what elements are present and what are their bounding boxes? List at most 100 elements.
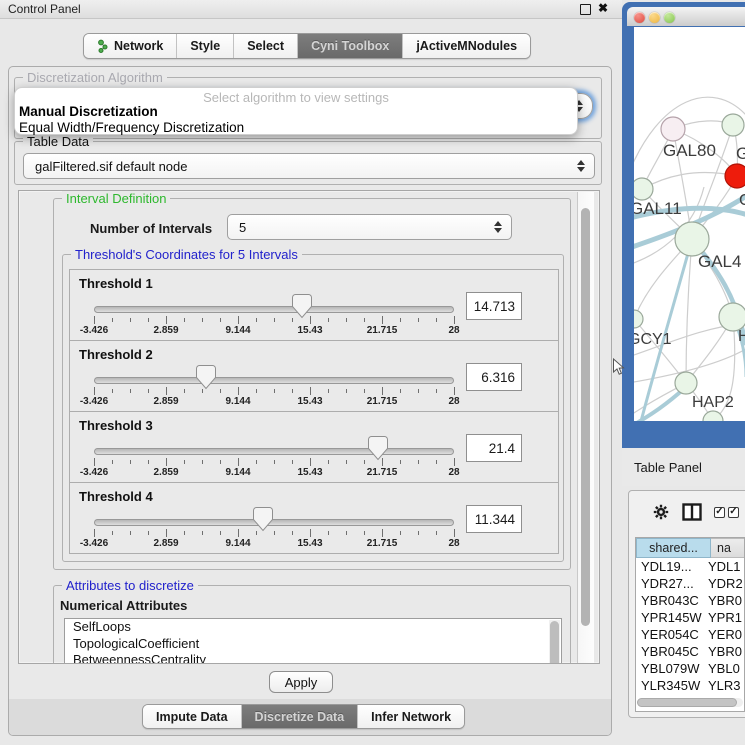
table-row[interactable]: YLR345WYLR3 <box>636 677 744 694</box>
cell-name[interactable]: YER0 <box>704 626 744 643</box>
cell-shared-name[interactable]: YBR043C <box>636 592 704 609</box>
minimize-traffic-light-icon[interactable] <box>649 12 660 23</box>
node-gal4[interactable] <box>675 222 709 256</box>
cell-name[interactable]: YDR2 <box>704 575 744 592</box>
tab-cyni-toolbox[interactable]: Cyni Toolbox <box>298 34 403 58</box>
slider-tick <box>292 389 293 393</box>
node-gal80[interactable] <box>661 117 685 141</box>
cell-shared-name[interactable]: YPR145W <box>636 609 704 626</box>
cell-name[interactable]: YBR0 <box>704 592 744 609</box>
table-row[interactable]: YDR27...YDR2 <box>636 575 744 592</box>
label-partial-h: H <box>738 328 745 345</box>
slider-tick <box>310 316 311 324</box>
threshold-2-value-field[interactable]: 6.316 <box>466 363 522 391</box>
tab-jactivemnodules[interactable]: jActiveMNodules <box>403 34 530 58</box>
node-selected-red[interactable] <box>725 164 745 188</box>
tab-infer-network[interactable]: Infer Network <box>358 705 464 728</box>
slider-tick <box>364 531 365 535</box>
threshold-4-slider[interactable] <box>94 519 454 526</box>
close-traffic-light-icon[interactable] <box>634 12 645 23</box>
threshold-4-label: Threshold 4 <box>79 489 153 504</box>
threshold-1-value-field[interactable]: 14.713 <box>466 292 522 320</box>
column-header-shared-name[interactable]: shared... <box>636 538 711 558</box>
gear-icon[interactable] <box>652 503 670 521</box>
label-gal80: GAL80 <box>663 141 716 160</box>
tab-discretize-data[interactable]: Discretize Data <box>242 705 359 728</box>
tab-style[interactable]: Style <box>177 34 234 58</box>
slider-tick-label: 2.859 <box>153 325 178 336</box>
threshold-3-value-field[interactable]: 21.4 <box>466 434 522 462</box>
apply-button[interactable]: Apply <box>269 671 333 693</box>
table-row[interactable]: YDL19...YDL1 <box>636 558 744 575</box>
threshold-2-slider[interactable] <box>94 377 454 384</box>
table-row[interactable]: YER054CYER0 <box>636 626 744 643</box>
node-hap2[interactable] <box>675 372 697 394</box>
close-icon[interactable]: ✖ <box>598 1 608 15</box>
dropdown-item-equal-width-frequency[interactable]: Equal Width/Frequency Discretization <box>19 120 244 135</box>
checkbox-icon-2[interactable]: ✓ <box>728 507 739 518</box>
tab-select[interactable]: Select <box>234 34 298 58</box>
cell-name[interactable]: YDL1 <box>704 558 744 575</box>
slider-tick-label: -3.426 <box>80 325 108 336</box>
attributes-scrollbar[interactable] <box>549 620 560 664</box>
settings-scrollbar[interactable] <box>577 192 594 663</box>
slider-tick <box>292 531 293 535</box>
table-row[interactable]: YPR145WYPR1 <box>636 609 744 626</box>
split-columns-icon[interactable] <box>682 503 702 521</box>
table-row[interactable]: YBR043CYBR0 <box>636 592 744 609</box>
slider-tick-label: 15.43 <box>297 467 322 478</box>
slider-tick-label: 15.43 <box>297 396 322 407</box>
slider-tick <box>112 318 113 322</box>
cell-shared-name[interactable]: YDL19... <box>636 558 704 575</box>
table-row[interactable]: YBL079WYBL0 <box>636 660 744 677</box>
node-right-h[interactable] <box>719 303 745 331</box>
node-top-right[interactable] <box>722 114 744 136</box>
combo-arrows-icon <box>494 221 502 233</box>
slider-tick-labels: -3.4262.8599.14415.4321.71528 <box>70 396 558 408</box>
table-horizontal-scrollbar[interactable] <box>637 698 743 707</box>
algorithm-group-title: Discretization Algorithm <box>23 70 167 85</box>
table-data-combobox[interactable]: galFiltered.sif default node <box>23 153 595 179</box>
float-window-icon[interactable] <box>580 4 591 15</box>
node-bottom-partial[interactable] <box>703 411 723 421</box>
numerical-attributes-list[interactable]: SelfLoopsTopologicalCoefficientBetweenne… <box>64 618 562 664</box>
slider-tick <box>274 318 275 322</box>
zoom-traffic-light-icon[interactable] <box>664 12 675 23</box>
table-horizontal-scrollbar-thumb[interactable] <box>637 698 737 707</box>
cell-shared-name[interactable]: YBL079W <box>636 660 704 677</box>
threshold-1-slider[interactable] <box>94 306 454 313</box>
slider-tick <box>400 531 401 535</box>
node-gal11[interactable] <box>634 178 653 200</box>
threshold-4-value-field[interactable]: 11.344 <box>466 505 522 533</box>
cell-shared-name[interactable]: YDR27... <box>636 575 704 592</box>
node-gcy1[interactable] <box>634 310 643 328</box>
settings-scrollbar-thumb[interactable] <box>581 208 590 626</box>
cell-shared-name[interactable]: YBR045C <box>636 643 704 660</box>
cell-name[interactable]: YBR0 <box>704 643 744 660</box>
attribute-list-item[interactable]: BetweennessCentrality <box>65 652 561 664</box>
slider-tick <box>292 460 293 464</box>
cell-name[interactable]: YBL0 <box>704 660 744 677</box>
slider-tick <box>274 389 275 393</box>
tab-impute-data[interactable]: Impute Data <box>143 705 242 728</box>
column-header-name[interactable]: na <box>711 538 745 558</box>
slider-tick <box>382 387 383 395</box>
dropdown-item-manual-discretization[interactable]: Manual Discretization <box>19 104 158 119</box>
table-row[interactable]: YBR045CYBR0 <box>636 643 744 660</box>
number-of-intervals-combobox[interactable]: 5 <box>227 214 512 240</box>
cell-shared-name[interactable]: YLR345W <box>636 677 704 694</box>
attribute-list-item[interactable]: TopologicalCoefficient <box>65 636 561 653</box>
cell-shared-name[interactable]: YER054C <box>636 626 704 643</box>
cell-name[interactable]: YLR3 <box>704 677 744 694</box>
attributes-scrollbar-thumb[interactable] <box>550 621 559 664</box>
slider-tick <box>454 529 455 537</box>
network-canvas[interactable]: GAL80 GA C GAL11 GAL4 GCY1 H HAP2 <box>634 27 745 421</box>
dropdown-prompt-item[interactable]: Select algorithm to view settings <box>15 90 577 105</box>
tab-network[interactable]: Network <box>84 34 177 58</box>
tab-jactivemnodules-label: jActiveMNodules <box>416 39 517 53</box>
cell-name[interactable]: YPR1 <box>704 609 744 626</box>
checkbox-icon-1[interactable]: ✓ <box>714 507 725 518</box>
mode-tabbar: Impute Data Discretize Data Infer Networ… <box>142 704 465 729</box>
threshold-3-slider[interactable] <box>94 448 454 455</box>
attribute-list-item[interactable]: SelfLoops <box>65 619 561 636</box>
